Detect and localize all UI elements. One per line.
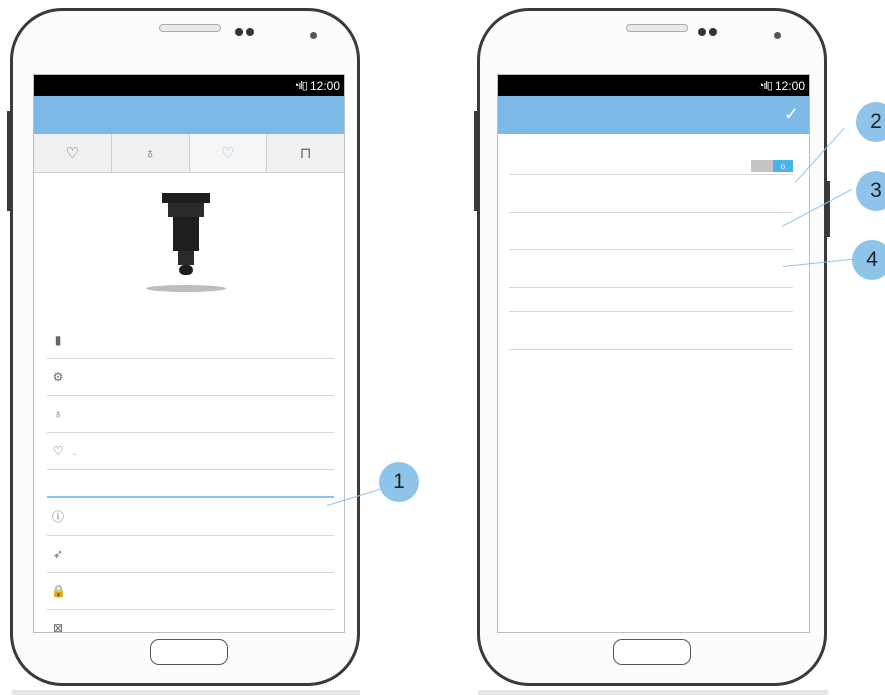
list-item-settings[interactable]: ⚙ — [47, 358, 334, 396]
callout-1: 1 — [379, 462, 419, 502]
left-screen: ◔ıl▯ 12:00 ♡ ♁ ♡ ⊓ ▮ ⚙ ♁ ♡ . ⓘ ➶ 🔒 ⊠ — [33, 74, 345, 633]
tab-bar: ♡ ♁ ♡ ⊓ — [34, 134, 344, 173]
right-phone-base — [478, 690, 828, 695]
volume-button — [474, 111, 478, 211]
info-icon: ⓘ — [51, 510, 64, 524]
callout-3: 3 — [856, 171, 885, 211]
app-bar — [34, 96, 344, 134]
status-time: 12:00 — [309, 78, 340, 93]
bulb-icon: ♡ — [52, 443, 64, 458]
list-item-battery[interactable]: ▮ — [47, 321, 334, 359]
wifi-signal-icon: ◔ıl▯ — [292, 80, 308, 92]
list-item-bulb-outline[interactable]: ♁ — [47, 395, 334, 433]
bulb-outline-icon: ♁ — [144, 144, 156, 162]
toggle-switch[interactable]: o — [751, 160, 793, 172]
phone-left: ◔ıl▯ 12:00 ♡ ♁ ♡ ⊓ ▮ ⚙ ♁ ♡ . ⓘ ➶ 🔒 ⊠ — [7, 8, 360, 686]
lock-icon: 🔒 — [51, 583, 66, 598]
row-separator — [509, 174, 793, 175]
phone-right: ◔ıl▯ 12:00 ✓ o — [474, 8, 830, 686]
front-camera-1 — [235, 28, 243, 36]
device-illustration — [162, 193, 210, 275]
status-time: 12:00 — [774, 78, 805, 93]
toggle-track-on: o — [773, 160, 793, 172]
list-item-navigation[interactable]: ➶ — [47, 535, 334, 573]
list-item-close-box[interactable]: ⊠ — [47, 609, 334, 633]
left-phone-base — [12, 690, 360, 695]
wifi-signal-icon: ◔ıl▯ — [757, 80, 773, 92]
check-icon[interactable]: ✓ — [784, 104, 799, 125]
tab-bulb[interactable]: ♡ — [34, 134, 112, 172]
front-camera-2 — [246, 28, 254, 36]
volume-button — [7, 111, 11, 211]
front-camera-2 — [709, 28, 717, 36]
row-separator — [509, 212, 793, 213]
list-item-suffix: . — [73, 443, 77, 458]
status-bar: ◔ıl▯ 12:00 — [498, 75, 809, 96]
home-button[interactable] — [150, 639, 228, 665]
close-box-icon: ⊠ — [52, 620, 64, 633]
navigation-icon: ➶ — [52, 546, 64, 561]
bulb-outline-icon: ♁ — [53, 406, 63, 421]
right-screen: ◔ıl▯ 12:00 ✓ o — [497, 74, 810, 633]
bulb-blue-icon: ♡ — [221, 145, 235, 162]
sensor-dot — [774, 32, 781, 39]
app-bar: ✓ — [498, 96, 809, 134]
device-shadow — [146, 285, 226, 292]
toggle-track-off — [751, 160, 773, 172]
gear-icon: ⚙ — [52, 369, 64, 384]
battery-icon: ▮ — [54, 332, 62, 347]
speaker — [159, 24, 221, 32]
bulb-icon: ♡ — [65, 145, 80, 162]
power-button — [826, 181, 830, 237]
sensor-dot — [310, 32, 317, 39]
speaker — [626, 24, 688, 32]
row-separator — [509, 349, 793, 350]
home-button[interactable] — [613, 639, 691, 665]
tab-book[interactable]: ⊓ — [267, 134, 344, 172]
book-icon: ⊓ — [299, 145, 312, 162]
status-bar: ◔ıl▯ 12:00 — [34, 75, 344, 96]
tab-bulb-outline[interactable]: ♁ — [112, 134, 190, 172]
callout-4: 4 — [852, 240, 885, 280]
row-separator — [509, 249, 793, 250]
row-separator — [509, 287, 793, 288]
row-separator — [509, 311, 793, 312]
tab-bulb-active[interactable]: ♡ — [189, 134, 268, 172]
list-item-info[interactable]: ⓘ — [47, 498, 334, 536]
callout-2: 2 — [856, 102, 885, 142]
list-item-bulb[interactable]: ♡ . — [47, 432, 334, 470]
front-camera-1 — [698, 28, 706, 36]
list-item-lock[interactable]: 🔒 — [47, 572, 334, 610]
